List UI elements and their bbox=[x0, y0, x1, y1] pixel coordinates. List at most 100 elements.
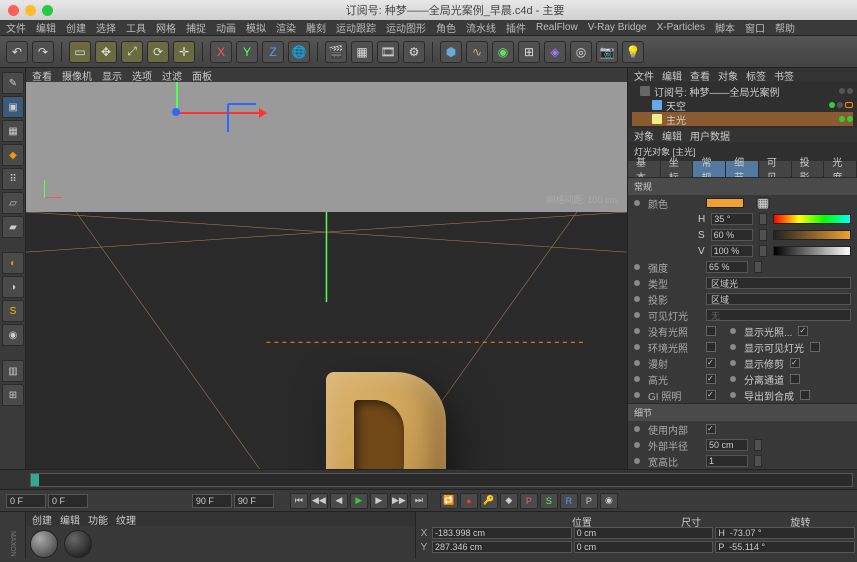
tab-shadow[interactable]: 投影 bbox=[792, 161, 825, 177]
timeline-track[interactable] bbox=[30, 473, 853, 487]
next-frame-button[interactable]: ▶ bbox=[370, 493, 388, 509]
tab-visible[interactable]: 可见 bbox=[759, 161, 792, 177]
tree-row-light[interactable]: 主光 bbox=[632, 112, 853, 126]
enable-axis-icon[interactable]: ◐ bbox=[2, 252, 24, 274]
show-clip-check[interactable] bbox=[790, 358, 800, 368]
prev-frame-button[interactable]: ◀ bbox=[330, 493, 348, 509]
vp-view[interactable]: 查看 bbox=[32, 68, 52, 83]
pos-x-input[interactable] bbox=[432, 527, 572, 539]
menu-file[interactable]: 文件 bbox=[6, 20, 26, 35]
editable-icon[interactable]: ✎ bbox=[2, 72, 24, 94]
mat-edit[interactable]: 编辑 bbox=[60, 512, 80, 527]
minimize-icon[interactable] bbox=[25, 5, 36, 16]
snap-icon[interactable]: S bbox=[2, 300, 24, 322]
step-back-button[interactable]: ◀◀ bbox=[310, 493, 328, 509]
menu-pipe[interactable]: 流水线 bbox=[466, 20, 496, 35]
mat-func[interactable]: 功能 bbox=[88, 512, 108, 527]
outer-radius-input[interactable] bbox=[706, 439, 748, 451]
menu-render[interactable]: 渲染 bbox=[276, 20, 296, 35]
tab-detail[interactable]: 细节 bbox=[726, 161, 759, 177]
frame-start-input[interactable] bbox=[6, 494, 46, 508]
select-tool[interactable]: ▭ bbox=[69, 41, 91, 63]
vp-display[interactable]: 显示 bbox=[102, 68, 122, 83]
menu-select[interactable]: 选择 bbox=[96, 20, 116, 35]
menu-sculpt[interactable]: 雕刻 bbox=[306, 20, 326, 35]
menu-track[interactable]: 运动跟踪 bbox=[336, 20, 376, 35]
hue-gradient[interactable] bbox=[773, 214, 851, 224]
menu-sim[interactable]: 模拟 bbox=[246, 20, 266, 35]
record-button[interactable]: ● bbox=[460, 493, 478, 509]
psr-tool[interactable]: ✛ bbox=[173, 41, 195, 63]
key-scale-button[interactable]: S bbox=[540, 493, 558, 509]
aspect-input[interactable] bbox=[706, 455, 748, 467]
mat-create[interactable]: 创建 bbox=[32, 512, 52, 527]
attr-user[interactable]: 用户数据 bbox=[690, 128, 730, 143]
sep-pass-check[interactable] bbox=[790, 374, 800, 384]
menu-help[interactable]: 帮助 bbox=[775, 20, 795, 35]
move-tool[interactable]: ✥ bbox=[95, 41, 117, 63]
ambient-check[interactable] bbox=[706, 342, 716, 352]
tab-coord[interactable]: 坐标 bbox=[661, 161, 694, 177]
menu-tools[interactable]: 工具 bbox=[126, 20, 146, 35]
viewport-single-icon[interactable]: ▥ bbox=[2, 360, 24, 382]
light-button[interactable]: 💡 bbox=[622, 41, 644, 63]
close-icon[interactable] bbox=[8, 5, 19, 16]
traffic-lights[interactable] bbox=[8, 5, 53, 16]
sat-input[interactable] bbox=[711, 229, 753, 241]
menu-realflow[interactable]: RealFlow bbox=[536, 22, 578, 33]
use-inner-check[interactable] bbox=[706, 424, 716, 434]
vp-camera[interactable]: 摄像机 bbox=[62, 68, 92, 83]
z-axis-button[interactable]: Z bbox=[262, 41, 284, 63]
rotate-tool[interactable]: ⟳ bbox=[147, 41, 169, 63]
no-illum-check[interactable] bbox=[706, 326, 716, 336]
viewport-solo-icon[interactable]: ◑ bbox=[2, 276, 24, 298]
hue-input[interactable] bbox=[711, 213, 753, 225]
material-ball[interactable] bbox=[64, 530, 92, 558]
nurbs-button[interactable]: ◉ bbox=[492, 41, 514, 63]
om-obj[interactable]: 对象 bbox=[718, 68, 738, 83]
menu-plugins[interactable]: 插件 bbox=[506, 20, 526, 35]
attr-mode[interactable]: 对象 bbox=[634, 128, 654, 143]
camera-button[interactable]: 📷 bbox=[596, 41, 618, 63]
menu-window[interactable]: 窗口 bbox=[745, 20, 765, 35]
sat-gradient[interactable] bbox=[773, 230, 851, 240]
goto-start-button[interactable]: ⏮ bbox=[290, 493, 308, 509]
type-dropdown[interactable]: 区域光 bbox=[706, 277, 851, 289]
tree-row-sky[interactable]: 天空 bbox=[632, 98, 853, 112]
scale-tool[interactable]: ⤢ bbox=[121, 41, 143, 63]
goto-end-button[interactable]: ⏭ bbox=[410, 493, 428, 509]
menu-mesh[interactable]: 网格 bbox=[156, 20, 176, 35]
maximize-icon[interactable] bbox=[42, 5, 53, 16]
om-book[interactable]: 书签 bbox=[774, 68, 794, 83]
rot-h-input[interactable] bbox=[715, 527, 855, 539]
tab-photo[interactable]: 光度 bbox=[824, 161, 857, 177]
key-pos-button[interactable]: P bbox=[520, 493, 538, 509]
loop-button[interactable]: 🔁 bbox=[440, 493, 458, 509]
mat-tex[interactable]: 纹理 bbox=[116, 512, 136, 527]
vp-panel[interactable]: 面板 bbox=[192, 68, 212, 83]
vp-options[interactable]: 选项 bbox=[132, 68, 152, 83]
om-edit[interactable]: 编辑 bbox=[662, 68, 682, 83]
show-illum-check[interactable] bbox=[798, 326, 808, 336]
menu-char[interactable]: 角色 bbox=[436, 20, 456, 35]
key-param-button[interactable]: P bbox=[580, 493, 598, 509]
gi-check[interactable] bbox=[706, 390, 716, 400]
om-tags[interactable]: 标签 bbox=[746, 68, 766, 83]
menu-snap[interactable]: 捕捉 bbox=[186, 20, 206, 35]
vp-filter[interactable]: 过滤 bbox=[162, 68, 182, 83]
step-fwd-button[interactable]: ▶▶ bbox=[390, 493, 408, 509]
menu-vray[interactable]: V-Ray Bridge bbox=[588, 22, 647, 33]
menu-mograph[interactable]: 运动图形 bbox=[386, 20, 426, 35]
workplane-icon[interactable]: ◆ bbox=[2, 144, 24, 166]
menu-create[interactable]: 创建 bbox=[66, 20, 86, 35]
play-button[interactable]: ▶ bbox=[350, 493, 368, 509]
show-vis-check[interactable] bbox=[810, 342, 820, 352]
render-pv-button[interactable]: 🎞 bbox=[377, 41, 399, 63]
render-view-button[interactable]: 🎬 bbox=[325, 41, 347, 63]
frame-end2-input[interactable] bbox=[234, 494, 274, 508]
y-axis-button[interactable]: Y bbox=[236, 41, 258, 63]
redo-button[interactable]: ↷ bbox=[32, 41, 54, 63]
frame-end-input[interactable] bbox=[192, 494, 232, 508]
rot-p-input[interactable] bbox=[715, 541, 855, 553]
deformer-button[interactable]: ◈ bbox=[544, 41, 566, 63]
